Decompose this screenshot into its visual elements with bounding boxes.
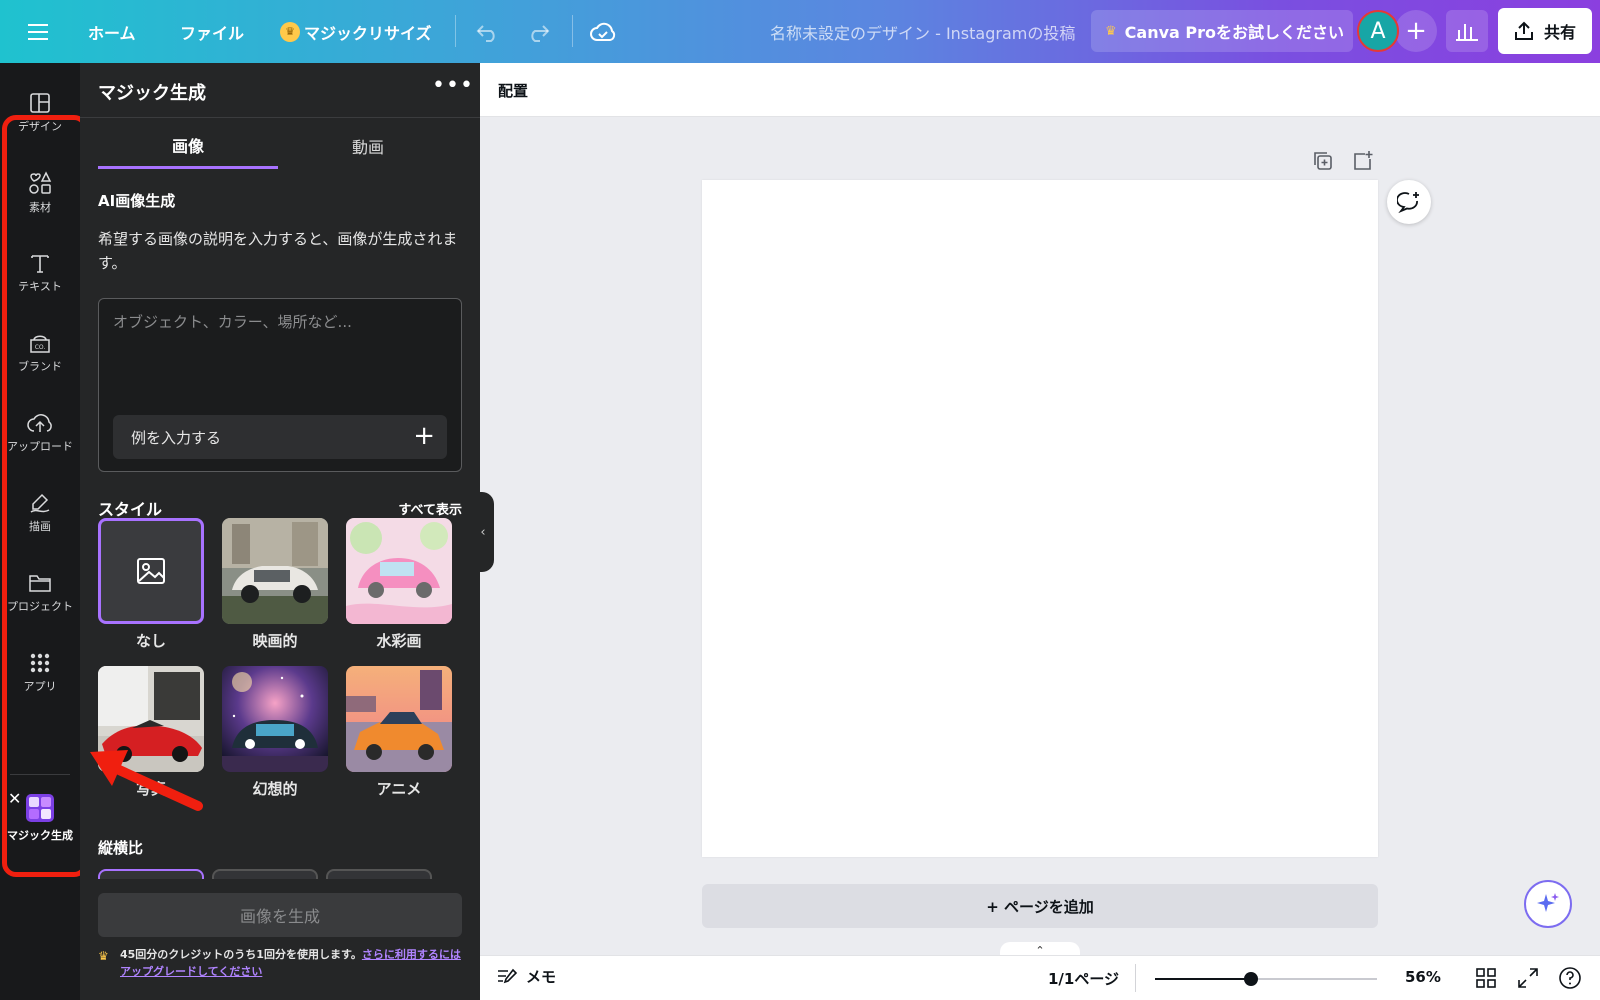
tab-image[interactable]: 画像 (98, 123, 278, 169)
aspect-option-square[interactable] (98, 869, 204, 879)
add-page-button[interactable]: + ページを追加 (702, 884, 1378, 928)
crown-icon: ♛ (1105, 23, 1117, 39)
add-page-icon[interactable] (1352, 150, 1374, 172)
insights-button[interactable] (1446, 10, 1488, 52)
cloud-save-status[interactable] (590, 0, 616, 63)
magic-assistant-button[interactable] (1524, 880, 1572, 928)
duplicate-page-icon[interactable] (1312, 150, 1334, 172)
fantasy-car-image (222, 666, 328, 772)
crown-icon: ♛ (98, 949, 109, 963)
prompt-placeholder: オブジェクト、カラー、場所など... (113, 313, 352, 331)
annotation-arrow (90, 750, 203, 811)
crown-icon: ♛ (280, 21, 300, 42)
layout-icon (30, 93, 50, 113)
magic-generate-panel: マジック生成 ••• 画像 動画 AI画像生成 希望する画像の説明を入力すると、… (80, 63, 480, 1000)
fullscreen-icon[interactable] (1516, 966, 1540, 990)
style-heading: スタイル (98, 500, 163, 519)
style-label: なし (135, 632, 166, 650)
context-toolbar: 配置 (480, 63, 1600, 117)
left-rail: デザイン 素材 テキスト CO. ブランド アップロード 描画 プロジェクト ア… (0, 63, 88, 1000)
style-label: 水彩画 (376, 632, 422, 650)
canva-pro-label: Canva Proをお試しください (1124, 23, 1344, 42)
avatar[interactable]: A (1357, 10, 1399, 52)
cloud-check-icon (590, 22, 616, 41)
top-bar: ホーム ファイル ♛ マジックリサイズ 名称未設定のデザイン - Instagr… (0, 0, 1600, 63)
credit-notice: 45回分のクレジットのうち1回分を使用します。さらに利用するにはアップグレードし… (120, 946, 465, 980)
aspect-ratio-heading: 縦横比 (98, 839, 144, 857)
home-link[interactable]: ホーム (88, 0, 136, 63)
style-card-anime[interactable] (346, 666, 452, 772)
image-placeholder-icon (137, 558, 165, 584)
design-canvas[interactable] (702, 180, 1378, 857)
document-title[interactable]: 名称未設定のデザイン - Instagramの投稿 (770, 0, 1075, 63)
toolbar-divider (572, 15, 573, 47)
undo-button[interactable] (476, 0, 500, 63)
magic-resize-button[interactable]: ♛ マジックリサイズ (280, 0, 432, 63)
undo-icon (476, 24, 495, 42)
add-comment-button[interactable] (1387, 180, 1431, 224)
help-icon[interactable] (1558, 966, 1582, 990)
notes-icon (498, 968, 518, 983)
arrange-button[interactable]: 配置 (498, 80, 528, 101)
notes-button[interactable]: メモ (496, 966, 556, 987)
canva-pro-button[interactable]: ♛ Canva Proをお試しください (1091, 10, 1353, 52)
zoom-value[interactable]: 56% (1405, 968, 1441, 986)
style-card-none[interactable] (98, 518, 204, 624)
toolbar-divider (455, 15, 456, 47)
share-upload-icon (1514, 21, 1533, 40)
redo-button[interactable] (526, 0, 550, 63)
zoom-slider-handle[interactable] (1244, 972, 1258, 986)
ai-image-description: 希望する画像の説明を入力すると、画像が生成されます。 (98, 230, 458, 272)
plus-icon: + (413, 421, 435, 451)
prompt-textarea[interactable]: オブジェクト、カラー、場所など... 例を入力する + (98, 298, 462, 472)
tab-video[interactable]: 動画 (278, 123, 458, 169)
grid-view-icon[interactable] (1474, 966, 1498, 990)
bar-chart-icon (1456, 24, 1478, 41)
zoom-slider[interactable] (1155, 972, 1377, 986)
bottom-bar: メモ 1/1ページ 56% (480, 955, 1600, 1000)
style-label: 映画的 (252, 632, 298, 650)
style-card-watercolor[interactable] (346, 518, 452, 624)
share-button[interactable]: 共有 (1498, 8, 1592, 54)
magic-resize-label: マジックリサイズ (304, 23, 432, 43)
ai-image-heading: AI画像生成 (98, 192, 176, 210)
anime-car-image (346, 666, 452, 772)
menu-button[interactable] (28, 0, 50, 63)
aspect-option-landscape[interactable] (212, 869, 318, 879)
style-label: 幻想的 (252, 780, 298, 798)
cinematic-car-image (222, 518, 328, 624)
style-show-all-link[interactable]: すべて表示 (398, 499, 462, 518)
comment-plus-icon (1397, 192, 1419, 214)
enter-example-label: 例を入力する (131, 428, 222, 447)
style-label: アニメ (376, 780, 422, 798)
hamburger-icon (28, 23, 48, 40)
more-options-button[interactable]: ••• (432, 73, 474, 98)
collapse-panel-button[interactable]: ‹ (472, 492, 494, 572)
enter-example-button[interactable]: 例を入力する + (113, 415, 447, 459)
share-label: 共有 (1543, 23, 1576, 42)
panel-divider (80, 117, 480, 118)
redo-icon (531, 24, 550, 42)
notes-label: メモ (526, 968, 557, 986)
bottom-divider (1135, 964, 1136, 992)
style-card-fantasy[interactable] (222, 666, 328, 772)
panel-title: マジック生成 (98, 83, 206, 104)
add-collaborator-button[interactable]: + (1395, 10, 1437, 52)
credit-text: 45回分のクレジットのうち1回分を使用します。 (120, 948, 362, 961)
zoom-slider-fill (1155, 978, 1251, 980)
file-menu[interactable]: ファイル (180, 0, 244, 63)
generate-image-button[interactable]: 画像を生成 (98, 893, 462, 937)
watercolor-car-image (346, 518, 452, 624)
sparkle-icon (1537, 893, 1559, 912)
aspect-option-portrait[interactable] (326, 869, 432, 879)
page-count[interactable]: 1/1ページ (1048, 968, 1119, 989)
style-card-cinematic[interactable] (222, 518, 328, 624)
